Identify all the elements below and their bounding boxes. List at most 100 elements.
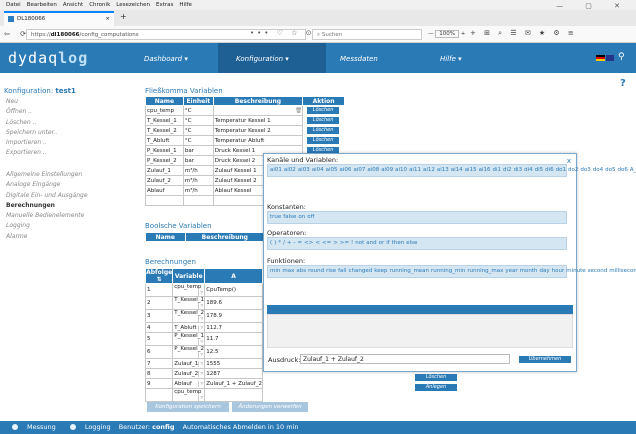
var-token[interactable]: ai16 (479, 167, 491, 173)
calc-order[interactable]: 4 (144, 322, 174, 333)
calc-variable[interactable]: Ablauf ▿ (172, 378, 206, 389)
calc-order[interactable]: 3 (144, 309, 174, 323)
const-token[interactable]: on (298, 214, 305, 220)
calc-expression[interactable]: 12.5 (204, 345, 263, 359)
calc-expression[interactable]: 112.7 (204, 322, 263, 333)
var-unit[interactable]: °C (182, 135, 214, 146)
dropdown-icon[interactable]: ▿ (198, 339, 203, 345)
function-token[interactable]: max (282, 268, 294, 274)
function-token[interactable]: rise (326, 268, 336, 274)
var-token[interactable]: A_Kessel_1 (630, 167, 636, 173)
menu-lesezeichen[interactable]: Lesezeichen (116, 2, 150, 8)
var-token[interactable]: ai13 (437, 167, 449, 173)
function-token[interactable]: second (588, 268, 608, 274)
var-token[interactable]: do6 (617, 167, 627, 173)
operator-token[interactable]: then (392, 240, 405, 246)
var-token[interactable]: do2 (568, 167, 578, 173)
sidebar-item-loeschen[interactable]: Löschen .. (6, 119, 126, 129)
calc-variable[interactable]: T_Kessel_1 ▿ (172, 296, 206, 310)
var-token[interactable]: ai04 (312, 167, 324, 173)
menu-hilfe[interactable]: Hilfe (179, 2, 192, 8)
operator-token[interactable]: or (379, 240, 385, 246)
operator-token[interactable]: + (287, 240, 292, 246)
function-token[interactable]: running_max (467, 268, 503, 274)
var-token[interactable]: do4 (593, 167, 603, 173)
var-desc[interactable]: Temperatur Kessel 2 (212, 125, 304, 136)
var-unit[interactable]: °C (182, 105, 214, 116)
var-token[interactable]: do1 (556, 167, 566, 173)
var-name[interactable]: T_Kessel_1 (145, 115, 184, 126)
operator-token[interactable]: not (355, 240, 364, 246)
measure-status[interactable]: Messung (6, 423, 56, 431)
help-icon[interactable]: ? (620, 78, 626, 89)
calc-expression[interactable] (204, 388, 263, 402)
var-token[interactable]: di6 (545, 167, 554, 173)
menu-extras[interactable]: Extras (156, 2, 173, 8)
user-icon[interactable]: ⚲ (618, 52, 625, 62)
calc-order[interactable]: 7 (144, 358, 174, 369)
var-name[interactable]: P_Kessel_1 (145, 145, 184, 156)
sidebar-item-alarme[interactable]: Alarme (6, 233, 130, 243)
calc-variable[interactable]: Zulauf_1 ▿ (172, 358, 206, 369)
dropdown-icon[interactable]: ▿ (198, 370, 203, 377)
var-token[interactable]: ai06 (340, 167, 352, 173)
calc-order[interactable]: 5 (144, 332, 174, 346)
nav-hilfe[interactable]: Hilfe ▾ (440, 55, 462, 63)
add-calc-button[interactable]: Anlegen (415, 384, 457, 391)
calc-order[interactable]: 9 (144, 378, 174, 389)
function-token[interactable]: year (505, 268, 517, 274)
nav-dashboard[interactable]: Dashboard ▾ (144, 55, 188, 63)
operator-token[interactable]: if (386, 240, 389, 246)
var-token[interactable]: ai14 (451, 167, 463, 173)
calc-order[interactable]: 8 (144, 368, 174, 379)
flag-de-icon[interactable] (596, 55, 605, 61)
close-icon[interactable]: × (105, 13, 110, 25)
page-actions-icon[interactable]: ••• (250, 29, 271, 37)
new-tab-button[interactable]: + (120, 12, 127, 21)
calc-expression[interactable]: 189.6 (204, 296, 263, 310)
sidebar-item-oeffnen[interactable]: Öffnen .. (6, 108, 126, 118)
calc-expression[interactable]: 1555 (204, 358, 263, 369)
var-token[interactable]: ai12 (423, 167, 435, 173)
calc-variable[interactable]: T_Abluft ▿ (172, 322, 206, 333)
operator-token[interactable]: < (315, 240, 320, 246)
discard-changes-button[interactable]: Änderungen verwerfen (232, 402, 308, 412)
var-token[interactable]: ai10 (395, 167, 407, 173)
var-token[interactable]: ai03 (298, 167, 310, 173)
save-config-button[interactable]: Konfiguration speichern (147, 402, 229, 412)
calc-expression[interactable]: 1287 (204, 368, 263, 379)
flag-en-icon[interactable] (606, 55, 614, 61)
function-token[interactable]: running_mean (389, 268, 429, 274)
var-token[interactable]: ai15 (465, 167, 477, 173)
apply-button[interactable]: Übernehmen (519, 356, 571, 363)
var-name[interactable]: Zulauf_2 (145, 175, 184, 186)
var-name[interactable]: Ablauf (145, 185, 184, 196)
menu-chronik[interactable]: Chronik (89, 2, 110, 8)
var-token[interactable]: ai08 (367, 167, 379, 173)
var-unit[interactable]: °C (182, 125, 214, 136)
var-token[interactable]: ai02 (284, 167, 296, 173)
dropdown-icon[interactable]: ▿ (198, 380, 203, 387)
operator-token[interactable]: > (333, 240, 338, 246)
zoom-in-button[interactable]: + (461, 31, 466, 37)
close-icon[interactable]: x (567, 157, 571, 165)
function-token[interactable]: millisecond (609, 268, 636, 274)
dropdown-icon[interactable]: ▿ (198, 395, 203, 401)
operator-token[interactable]: and (366, 240, 376, 246)
zoom-level[interactable]: 100% (435, 30, 459, 38)
calc-variable[interactable]: P_Kessel_1 ▿ (172, 332, 206, 346)
delete-button[interactable]: Löschen (307, 137, 340, 144)
calc-variable[interactable]: Zulauf_2 ▿ (172, 368, 206, 379)
operator-token[interactable]: <> (304, 240, 313, 246)
nav-konfiguration[interactable]: Konfiguration ▾ (236, 55, 289, 63)
dropdown-icon[interactable]: ▿ (198, 360, 203, 367)
var-unit[interactable]: °C (182, 115, 214, 126)
sidebar-item-neu[interactable]: Neu (6, 98, 126, 108)
const-token[interactable]: off (307, 214, 314, 220)
function-token[interactable]: running_min (431, 268, 465, 274)
var-desc[interactable]: Temperatur Kessel 1 (212, 115, 304, 126)
menu-ansicht[interactable]: Ansicht (63, 2, 83, 8)
delete-button[interactable]: Löschen (307, 117, 340, 124)
calc-expression[interactable]: 11.7 (204, 332, 263, 346)
var-token[interactable]: do5 (605, 167, 615, 173)
